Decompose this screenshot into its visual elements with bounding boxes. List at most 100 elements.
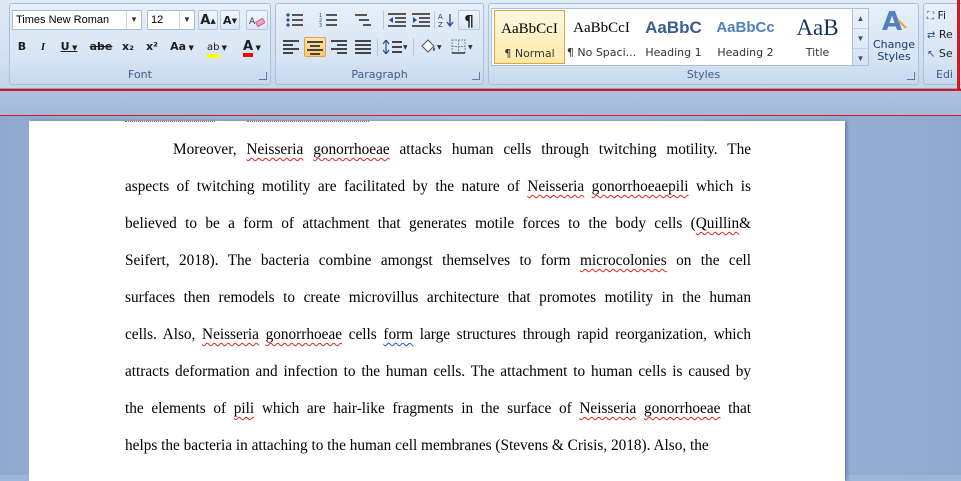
style-heading-2[interactable]: AaBbCc Heading 2: [710, 10, 781, 64]
misspelled-word: pili: [233, 400, 255, 417]
italic-button[interactable]: I: [34, 37, 52, 57]
change-case-button[interactable]: Aa ▼: [167, 37, 197, 57]
body-paragraph[interactable]: Moreover, Neisseria gonorrhoeae attacks …: [125, 141, 751, 474]
superscript-icon: x²: [146, 40, 158, 53]
increase-indent-icon: [412, 13, 430, 27]
misspelled-word: Neisseria: [202, 326, 259, 343]
highlight-button[interactable]: ab ▼: [200, 37, 234, 58]
change-styles-button[interactable]: A Change Styles: [871, 6, 917, 68]
svg-text:A: A: [438, 13, 443, 21]
justify-button[interactable]: [352, 37, 374, 57]
text-line[interactable]: Moreover, Neisseria gonorrhoeae attacks …: [125, 141, 751, 178]
underline-button[interactable]: U ▼: [55, 37, 83, 57]
paint-bucket-icon: ▼: [421, 39, 442, 53]
misspelled-word: Quillin: [695, 215, 740, 232]
borders-button[interactable]: ▼: [448, 37, 478, 57]
cursor-icon: ↖: [927, 49, 936, 60]
style-name: ¶ Normal: [504, 47, 555, 60]
style-no-spacing[interactable]: AaBbCcI ¶ No Spaci...: [566, 10, 637, 64]
bold-button[interactable]: B: [13, 37, 31, 57]
document-page[interactable]: Moreover, Neisseria gonorrhoeae attacks …: [29, 121, 845, 481]
text-line[interactable]: believed to be a form of attachment that…: [125, 215, 751, 252]
style-title[interactable]: AaB Title: [782, 10, 853, 64]
bullets-button[interactable]: [280, 10, 312, 30]
font-color-button[interactable]: A ▼: [236, 37, 268, 57]
subscript-icon: x₂: [122, 40, 134, 53]
text-line[interactable]: the elements of pili which are hair-like…: [125, 400, 751, 437]
style-heading-1[interactable]: AaBbC Heading 1: [638, 10, 709, 64]
line-spacing-button[interactable]: ▼: [380, 37, 410, 57]
text-line[interactable]: cells. Also, Neisseria gonorrhoeae cells…: [125, 326, 751, 363]
text-line[interactable]: attracts deformation and infection to th…: [125, 363, 751, 400]
style-name: ¶ No Spaci...: [566, 46, 637, 59]
font-family-combo[interactable]: Times New Roman ▼: [12, 10, 142, 30]
align-left-button[interactable]: [280, 37, 302, 57]
replace-label: Re: [938, 28, 953, 41]
misspelled-word: Neisseria: [527, 178, 585, 195]
svg-text:▼: ▼: [403, 44, 407, 51]
subscript-button[interactable]: x₂: [118, 37, 138, 57]
decrease-indent-button[interactable]: [386, 10, 408, 30]
select-button[interactable]: ↖ Se: [927, 44, 961, 64]
misspelled-word: Neisseria: [246, 141, 304, 158]
text-run: aspects of twitching motility are facili…: [125, 178, 528, 195]
increase-indent-button[interactable]: [410, 10, 432, 30]
align-center-button[interactable]: [304, 37, 326, 57]
svg-text:3: 3: [319, 23, 322, 28]
style-sample: AaBbCcI: [573, 20, 630, 36]
chevron-down-icon[interactable]: ▼: [179, 11, 194, 29]
style-name: Heading 1: [645, 46, 702, 59]
text-run: helps the bacteria in attaching to the h…: [125, 437, 709, 454]
text-line[interactable]: surfaces then remodels to create microvi…: [125, 289, 751, 326]
scroll-down-icon[interactable]: ▼: [853, 29, 868, 49]
ribbon: Times New Roman ▼ 12 ▼ A▲ A▼ A B I U ▼ a…: [0, 0, 961, 89]
text-run: attracts deformation and infection to th…: [125, 363, 751, 380]
font-group: Times New Roman ▼ 12 ▼ A▲ A▼ A B I U ▼ a…: [9, 3, 271, 85]
multilevel-list-icon: [355, 14, 371, 26]
multilevel-list-button[interactable]: [348, 10, 380, 30]
paragraph-group-label: Paragraph: [351, 68, 408, 81]
show-formatting-button[interactable]: ¶: [458, 10, 480, 30]
paragraph-dialog-launcher-icon[interactable]: [472, 72, 480, 80]
svg-text:A: A: [249, 17, 256, 27]
strikethrough-button[interactable]: abe: [88, 37, 114, 57]
grow-font-icon: A: [200, 13, 211, 28]
styles-dialog-launcher-icon[interactable]: [907, 72, 915, 80]
expand-gallery-icon[interactable]: ▼: [853, 49, 868, 68]
sort-button[interactable]: AZ: [436, 10, 456, 30]
bullet-list-icon: [286, 13, 303, 27]
style-sample: AaB: [796, 15, 839, 40]
text-line[interactable]: aspects of twitching motility are facili…: [125, 178, 751, 215]
clear-formatting-button[interactable]: A: [246, 10, 268, 30]
find-button[interactable]: ⛶ Fi: [927, 6, 961, 26]
text-run: believed to be a form of attachment that…: [125, 215, 696, 232]
chevron-down-icon[interactable]: ▼: [126, 11, 141, 29]
shading-button[interactable]: ▼: [416, 37, 446, 57]
bold-icon: B: [17, 40, 27, 53]
scroll-up-icon[interactable]: ▲: [853, 9, 868, 29]
font-dialog-launcher-icon[interactable]: [259, 72, 267, 80]
numbering-button[interactable]: 123: [314, 10, 346, 30]
grow-font-button[interactable]: A▲: [198, 10, 218, 30]
replace-button[interactable]: ⇄ Re: [927, 25, 961, 45]
text-line[interactable]: Seifert, 2018). The bacteria combine amo…: [125, 252, 751, 289]
border-grid-icon: ▼: [451, 39, 473, 54]
text-run: [259, 326, 266, 343]
text-run: &: [739, 215, 751, 232]
style-sample: AaBbCc: [716, 19, 775, 36]
text-line[interactable]: helps the bacteria in attaching to the h…: [125, 437, 751, 474]
text-run: [636, 400, 644, 417]
align-right-button[interactable]: [328, 37, 350, 57]
paragraph-group: 123 AZ ¶ ▼ ▼ ▼ Paragraph: [275, 3, 484, 85]
styles-gallery-scroller[interactable]: ▲ ▼ ▼: [852, 8, 869, 66]
shrink-font-button[interactable]: A▼: [220, 10, 240, 30]
numbered-list-icon: 123: [319, 13, 337, 29]
sort-icon: AZ: [438, 13, 454, 29]
italic-icon: I: [40, 41, 46, 53]
font-size-combo[interactable]: 12 ▼: [147, 10, 195, 30]
superscript-button[interactable]: x²: [142, 37, 162, 57]
styles-group-label: Styles: [686, 68, 721, 81]
font-color-icon: A: [243, 40, 254, 57]
text-run: attacks human cells through twitching mo…: [389, 141, 752, 158]
style-normal[interactable]: AaBbCcI ¶ Normal: [494, 10, 565, 64]
